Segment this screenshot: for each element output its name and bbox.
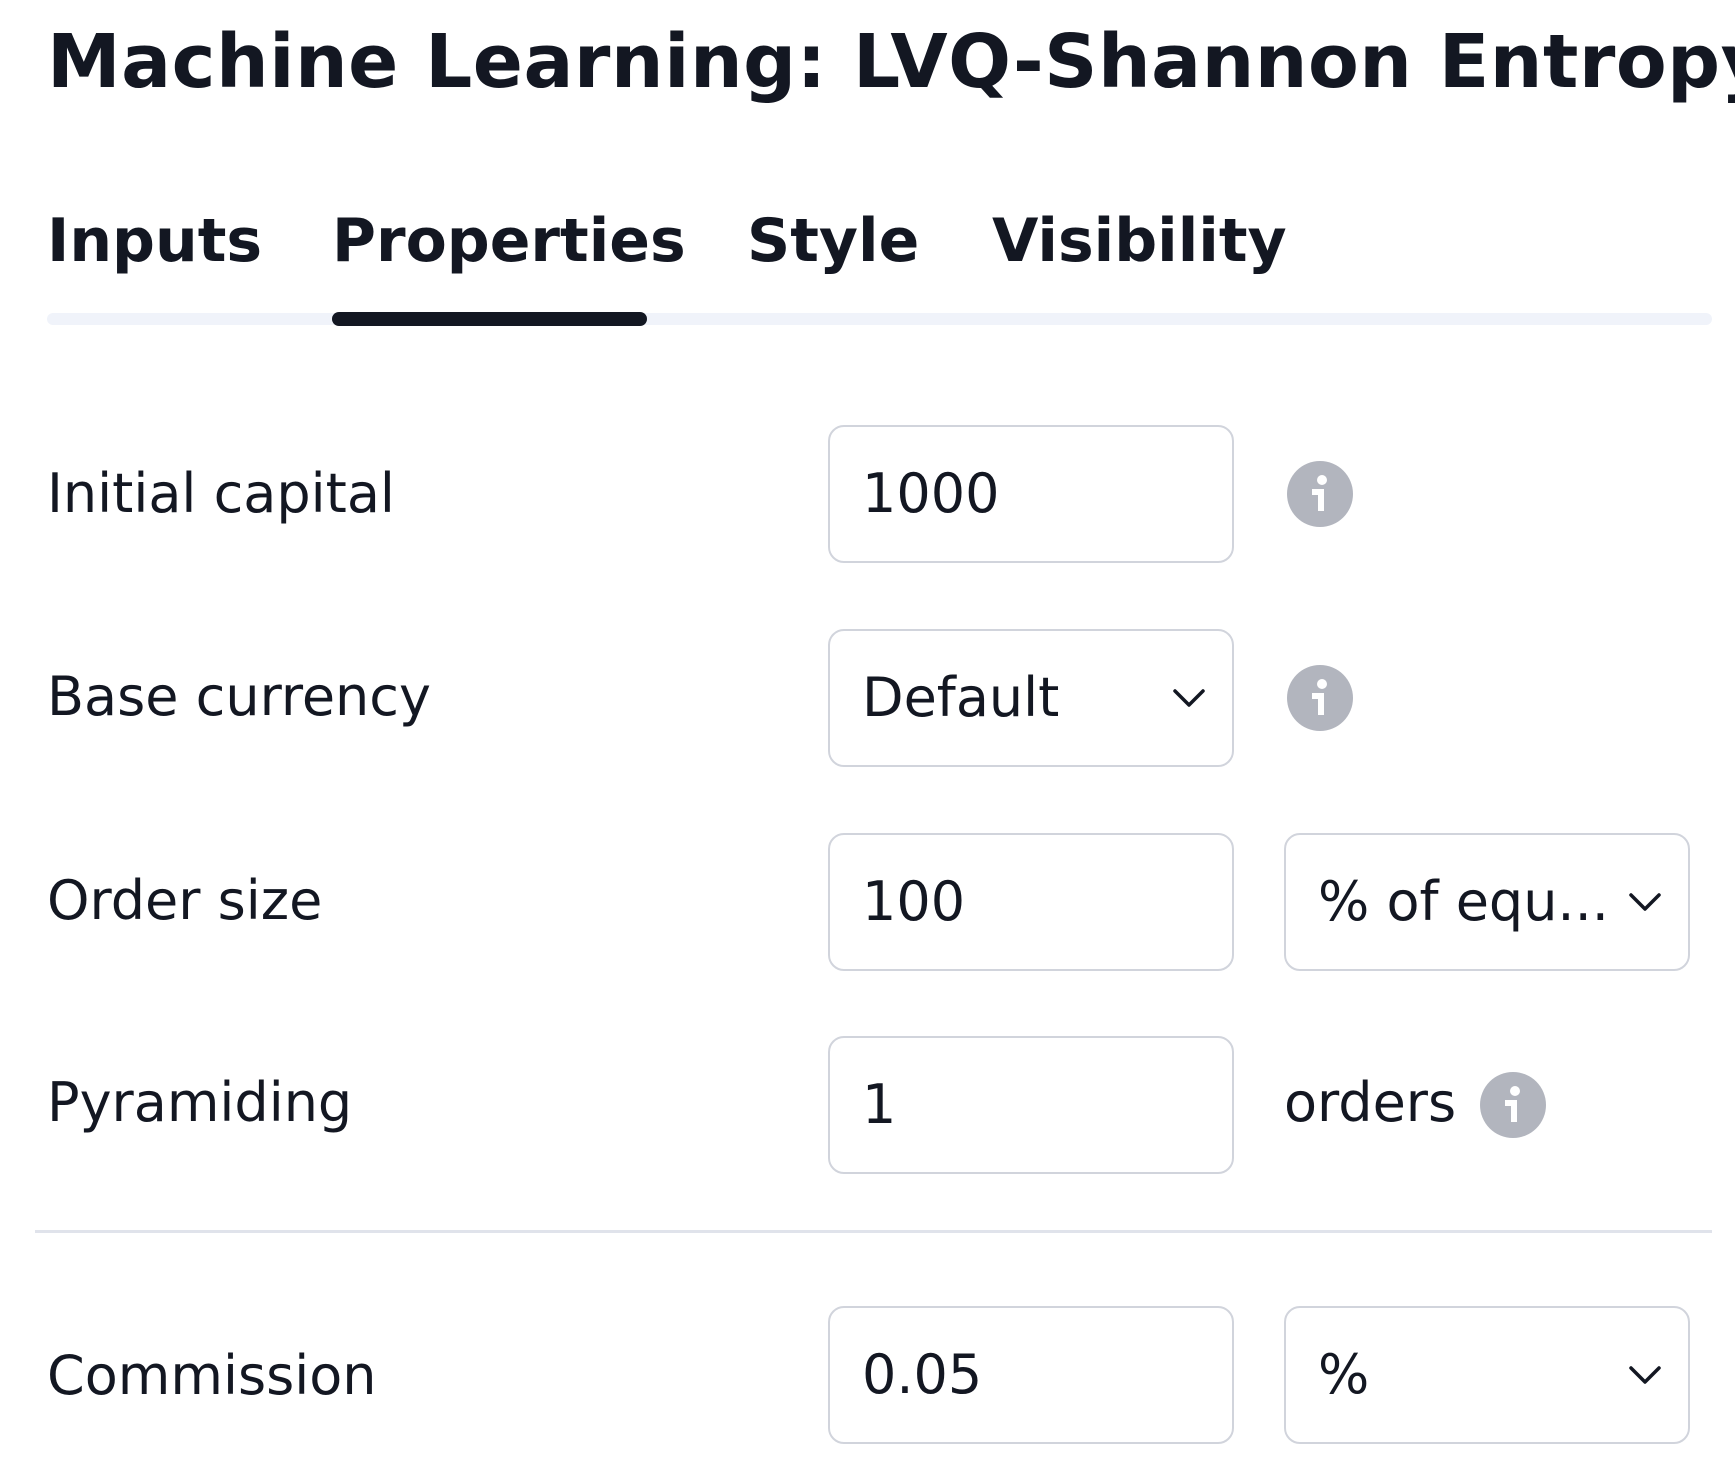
order-size-label: Order size — [47, 869, 323, 932]
initial-capital-input[interactable]: 1000 — [828, 425, 1234, 563]
chevron-down-icon — [1173, 689, 1205, 707]
tab-properties[interactable]: Properties — [332, 205, 686, 277]
order-size-unit-select[interactable]: % of equ... — [1284, 833, 1690, 971]
initial-capital-label: Initial capital — [47, 462, 395, 525]
commission-input[interactable]: 0.05 — [828, 1306, 1234, 1444]
active-tab-indicator — [332, 312, 647, 326]
info-icon[interactable] — [1480, 1072, 1546, 1138]
tab-bar: Inputs Properties Style Visibility — [47, 205, 1712, 326]
tab-track — [47, 313, 1712, 325]
base-currency-label: Base currency — [47, 665, 431, 728]
chevron-down-icon — [1629, 1366, 1661, 1384]
dialog-title: Machine Learning: LVQ-Shannon Entropy — [47, 19, 1735, 105]
order-size-value: 100 — [862, 869, 966, 933]
base-currency-select[interactable]: Default — [828, 629, 1234, 767]
order-size-unit-value: % of equ... — [1318, 869, 1609, 933]
tab-visibility[interactable]: Visibility — [992, 205, 1287, 277]
commission-value: 0.05 — [862, 1342, 983, 1406]
chevron-down-icon — [1629, 893, 1661, 911]
section-divider — [35, 1230, 1712, 1233]
pyramiding-suffix: orders — [1284, 1071, 1457, 1134]
pyramiding-label: Pyramiding — [47, 1071, 353, 1134]
tab-style[interactable]: Style — [747, 205, 919, 277]
info-icon[interactable] — [1287, 461, 1353, 527]
order-size-input[interactable]: 100 — [828, 833, 1234, 971]
pyramiding-value: 1 — [862, 1072, 897, 1136]
base-currency-value: Default — [862, 665, 1060, 729]
pyramiding-input[interactable]: 1 — [828, 1036, 1234, 1174]
commission-unit-value: % — [1318, 1342, 1370, 1406]
info-icon[interactable] — [1287, 665, 1353, 731]
commission-unit-select[interactable]: % — [1284, 1306, 1690, 1444]
tab-inputs[interactable]: Inputs — [47, 205, 262, 277]
initial-capital-value: 1000 — [862, 461, 1000, 525]
commission-label: Commission — [47, 1344, 377, 1407]
